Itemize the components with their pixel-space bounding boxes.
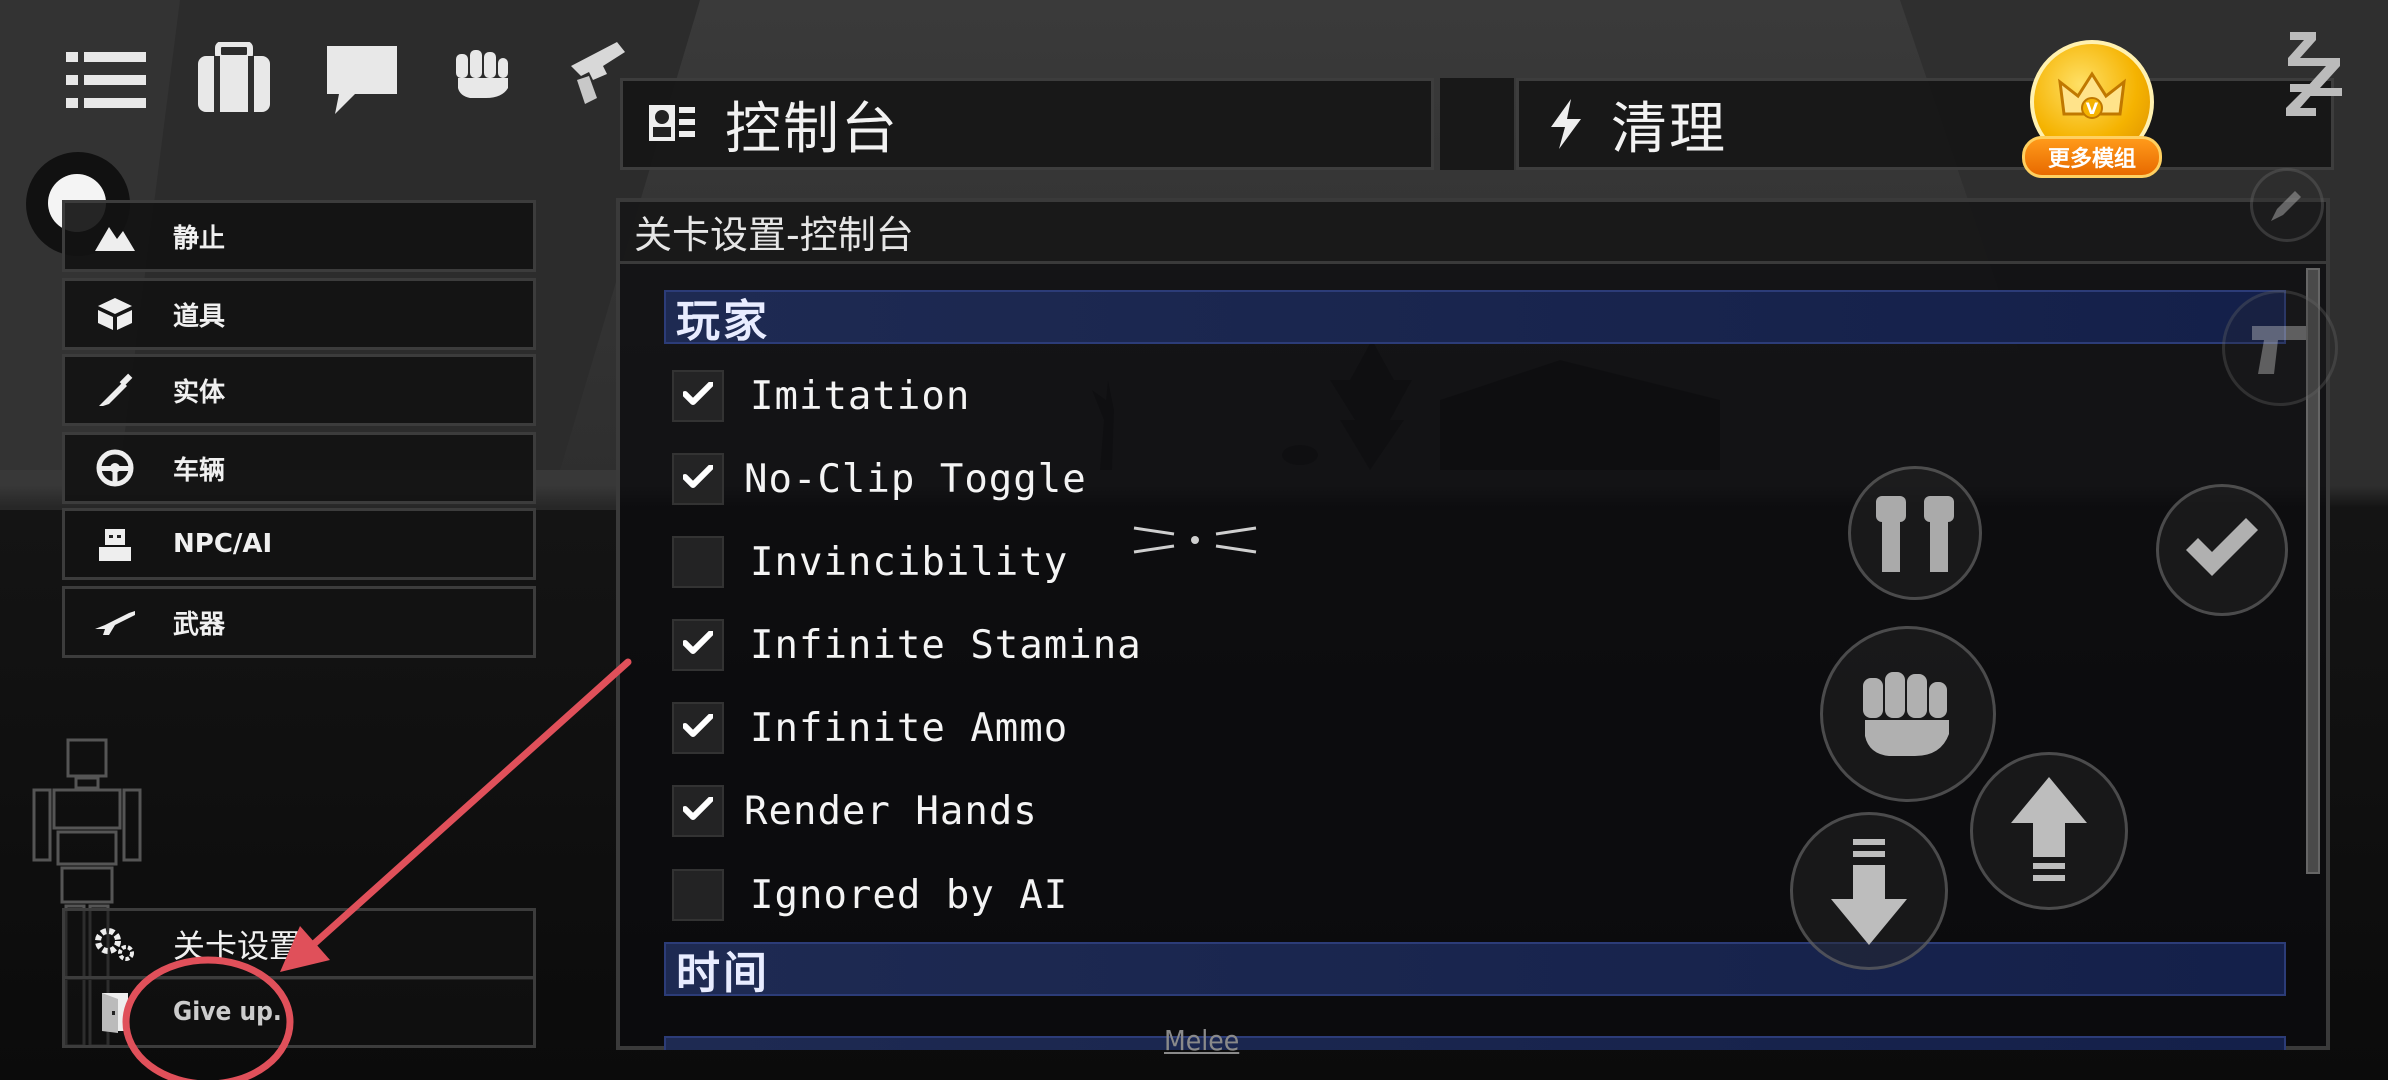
option-label: No-Clip Toggle — [744, 456, 1087, 502]
more-mods-label: 更多模组 — [2047, 147, 2136, 172]
section-header-player: 玩家 — [664, 290, 2286, 347]
checkmark-icon — [682, 796, 714, 825]
option-render-hands[interactable]: Render Hands — [672, 776, 1038, 846]
sidebar-item-level-settings[interactable]: 关卡设置 — [62, 908, 536, 980]
checkmark-icon — [682, 713, 714, 742]
checkbox[interactable] — [672, 370, 724, 422]
option-noclip[interactable]: No-Clip Toggle — [672, 444, 1087, 514]
edit-button[interactable] — [2250, 168, 2324, 242]
option-ignored-by-ai[interactable]: Ignored by AI — [672, 860, 1068, 930]
option-label: Infinite Ammo — [750, 705, 1069, 751]
sidebar-item-props[interactable]: 道具 — [62, 278, 536, 350]
svg-text:V: V — [2086, 99, 2099, 118]
sidebar-item-label: 实体 — [173, 377, 226, 408]
rifle-icon — [93, 607, 137, 637]
section-header-time: 时间 — [664, 942, 2286, 999]
checkbox[interactable] — [672, 785, 724, 837]
tab-console[interactable]: 控制台 — [620, 78, 1434, 170]
give-up-label: Give up. — [173, 997, 282, 1027]
syringe-icon — [93, 370, 137, 410]
option-invincibility[interactable]: Invincibility — [672, 527, 1068, 597]
sidebar-item-label: 武器 — [173, 609, 226, 640]
raised-hands-icon — [1876, 496, 1954, 572]
option-label: Ignored by AI — [750, 872, 1069, 918]
checkmark-icon — [682, 381, 714, 410]
crouch-button[interactable] — [1790, 812, 1948, 970]
sidebar-item-label: 静止 — [173, 223, 226, 254]
sidebar-item-vehicles[interactable]: 车辆 — [62, 432, 536, 504]
mountain-icon — [93, 221, 137, 251]
npc-icon — [93, 527, 137, 561]
more-mods-badge[interactable]: V 更多模组 — [2022, 40, 2162, 182]
confirm-button[interactable] — [2156, 484, 2288, 616]
option-label: Invincibility — [750, 539, 1069, 585]
punch-button[interactable] — [1820, 626, 1996, 802]
section-header-label: 玩家 — [676, 296, 770, 347]
sidebar-item-weapons[interactable]: 武器 — [62, 586, 536, 658]
fist-icon[interactable] — [442, 34, 522, 114]
panel-title: 关卡设置-控制台 — [634, 213, 914, 257]
arrow-up-icon — [2011, 777, 2087, 881]
option-label: Render Hands — [744, 788, 1038, 834]
chat-icon[interactable] — [322, 40, 402, 120]
checkmark-icon — [682, 464, 714, 493]
sidebar-item-npc-ai[interactable]: NPC/AI — [62, 508, 536, 580]
checkbox[interactable] — [672, 453, 724, 505]
briefcase-icon[interactable] — [194, 38, 274, 118]
gears-icon — [93, 925, 137, 963]
sleep-icon[interactable] — [2270, 28, 2350, 124]
option-infinite-ammo[interactable]: Infinite Ammo — [672, 693, 1068, 763]
fist-large-icon — [1863, 672, 1949, 756]
steering-wheel-icon — [93, 449, 137, 487]
crosshair-icon — [1133, 526, 1257, 554]
jump-button[interactable] — [1970, 752, 2128, 910]
exit-door-icon — [93, 991, 137, 1033]
more-mods-label-ribbon: 更多模组 — [2022, 136, 2162, 178]
pencil-icon — [2271, 191, 2301, 221]
box-icon — [93, 296, 137, 332]
sidebar-item-entities[interactable]: 实体 — [62, 354, 536, 426]
tab-cleanup-label: 清理 — [1611, 96, 1727, 162]
option-label: Infinite Stamina — [750, 622, 1142, 668]
give-up-button[interactable]: Give up. — [62, 976, 536, 1048]
panel-title-bar: 关卡设置-控制台 — [620, 202, 2326, 264]
option-label: Imitation — [750, 373, 971, 419]
pistol-button[interactable] — [2222, 290, 2338, 406]
arrow-down-icon — [1831, 839, 1907, 945]
raise-hands-button[interactable] — [1848, 466, 1982, 600]
menu-icon[interactable] — [66, 40, 146, 120]
melee-label: Melee — [1164, 1024, 1240, 1057]
checkbox[interactable] — [672, 619, 724, 671]
console-icon — [647, 101, 697, 147]
section-header-partial — [664, 1036, 2286, 1050]
sidebar-item-label: NPC/AI — [173, 529, 273, 559]
lightning-icon — [1549, 99, 1583, 149]
checkmark-large-icon — [2186, 518, 2258, 576]
checkbox[interactable] — [672, 702, 724, 754]
section-header-label: 时间 — [676, 948, 770, 999]
sidebar-item-label: 车辆 — [173, 455, 226, 486]
checkbox[interactable] — [672, 536, 724, 588]
tab-cleanup[interactable]: 清理 — [1516, 78, 2334, 170]
sidebar-item-static[interactable]: 静止 — [62, 200, 536, 272]
tab-console-label: 控制台 — [725, 96, 899, 162]
checkbox[interactable] — [672, 869, 724, 921]
tab-spacer — [1440, 78, 1514, 170]
console-panel: 关卡设置-控制台 玩家 Imitation No-Clip Toggle Inv… — [616, 198, 2330, 1050]
option-imitation[interactable]: Imitation — [672, 361, 970, 431]
sidebar-item-label: 道具 — [173, 301, 226, 332]
sidebar-item-label: 关卡设置 — [173, 927, 302, 965]
option-infinite-stamina[interactable]: Infinite Stamina — [672, 610, 1142, 680]
pistol-icon — [2252, 326, 2306, 374]
checkmark-icon — [682, 630, 714, 659]
